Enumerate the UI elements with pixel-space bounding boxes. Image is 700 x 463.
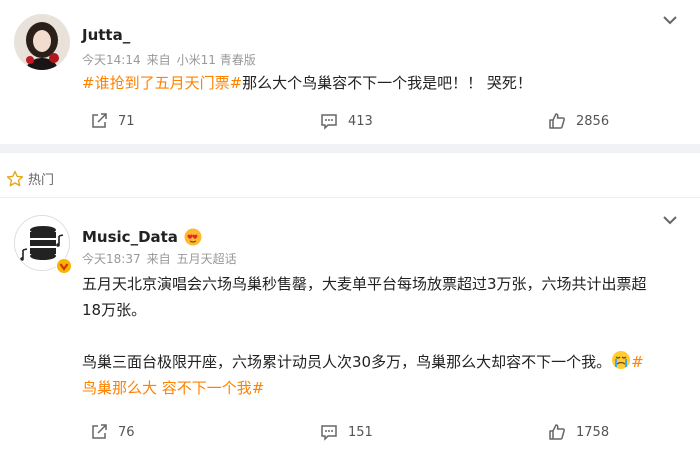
verified-badge-icon	[56, 258, 72, 274]
post-time[interactable]: 今天14:14	[82, 53, 141, 67]
post-paragraph: 鸟巢三面台极限开座，六场累计动员人次30多万，鸟巢那么大却容不下一个我。 #	[82, 349, 682, 375]
post-paragraph: 18万张。	[82, 301, 147, 319]
post-time[interactable]: 今天18:37	[82, 252, 141, 266]
source-prefix: 来自	[146, 53, 171, 67]
comment-icon	[321, 425, 337, 441]
post-source[interactable]: 五月天超话	[177, 252, 237, 266]
post-meta: 今天14:14 来自 小米11 青春版	[82, 51, 256, 68]
like-button[interactable]: 1758	[548, 423, 609, 441]
post-text: #谁抢到了五月天门票#那么大个鸟巢容不下一个我是吧！！ 哭死！	[82, 70, 682, 96]
post-paragraph: 五月天北京演唱会六场鸟巢秒售罄，大麦单平台每场放票超过3万张，六场共计出票超	[82, 275, 647, 293]
avatar[interactable]	[14, 14, 70, 70]
post-body: 鸟巢三面台极限开座，六场累计动员人次30多万，鸟巢那么大却容不下一个我。	[82, 353, 612, 371]
like-count: 1758	[576, 424, 610, 440]
thumbs-up-icon	[549, 424, 565, 440]
hot-section: 热门 Music_Data 今天18:37 来自 五月天超话 五月天北京演唱会六…	[0, 153, 700, 463]
repost-icon	[92, 113, 107, 128]
source-prefix: 来自	[146, 252, 171, 266]
comment-count: 413	[348, 113, 373, 129]
thumbs-up-icon	[549, 113, 565, 129]
hashtag-link[interactable]: #	[631, 353, 644, 371]
repost-button[interactable]: 76	[90, 423, 135, 441]
repost-count: 76	[118, 424, 135, 440]
crying-face-icon	[612, 351, 631, 369]
chevron-down-icon[interactable]	[662, 14, 678, 26]
hot-section-header: 热门	[6, 169, 54, 188]
post-card: Jutta_ 今天14:14 来自 小米11 青春版 #谁抢到了五月天门票#那么大个…	[0, 0, 700, 144]
like-button[interactable]: 2856	[548, 112, 609, 130]
username-text: Music_Data	[82, 228, 178, 246]
star-icon	[6, 170, 24, 186]
comment-icon	[321, 114, 337, 130]
comment-count: 151	[348, 424, 373, 440]
hot-label: 热门	[28, 173, 55, 188]
hashtag-link[interactable]: #谁抢到了五月天门票#	[82, 74, 242, 92]
post-text: 五月天北京演唱会六场鸟巢秒售罄，大麦单平台每场放票超过3万张，六场共计出票超 1…	[82, 271, 682, 401]
hashtag-link[interactable]: 鸟巢那么大 容不下一个我#	[82, 379, 264, 397]
post-paragraph: 鸟巢那么大 容不下一个我#	[82, 375, 682, 401]
post-body: 那么大个鸟巢容不下一个我是吧！！ 哭死！	[242, 74, 532, 92]
fan-badge-icon	[184, 228, 202, 246]
comment-button[interactable]: 413	[320, 112, 373, 130]
repost-count: 71	[118, 113, 135, 129]
post-source[interactable]: 小米11 青春版	[177, 53, 256, 67]
username[interactable]: Music_Data	[82, 228, 202, 246]
like-count: 2856	[576, 113, 610, 129]
chevron-down-icon[interactable]	[662, 214, 678, 226]
post-meta: 今天18:37 来自 五月天超话	[82, 250, 237, 267]
comment-button[interactable]: 151	[320, 423, 373, 441]
username[interactable]: Jutta_	[82, 26, 130, 44]
repost-icon	[92, 424, 107, 439]
divider	[0, 197, 700, 198]
repost-button[interactable]: 71	[90, 112, 135, 130]
